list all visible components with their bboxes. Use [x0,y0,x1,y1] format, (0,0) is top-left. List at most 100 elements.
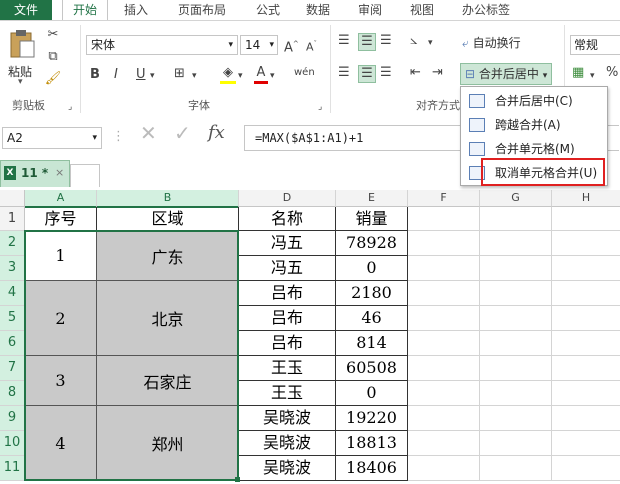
name-cell[interactable]: 王玉 [239,381,336,406]
chevron-down-icon[interactable]: ▾ [270,68,275,84]
tab-view[interactable]: 视图 [410,0,434,20]
column-header-g[interactable]: G [480,190,552,207]
chevron-down-icon[interactable]: ▾ [428,35,433,51]
fill-handle[interactable] [235,477,240,482]
column-header-a[interactable]: A [25,190,97,208]
sales-cell[interactable]: 814 [336,331,408,356]
row-header[interactable]: 1 [0,207,25,231]
merged-cell-number[interactable]: 2 [25,281,97,356]
sales-cell[interactable]: 0 [336,381,408,406]
dialog-launcher-icon[interactable]: ⌟ [68,99,72,115]
copy-icon[interactable]: ⧉ [44,49,62,65]
empty-cells-area[interactable] [408,207,620,481]
row-header[interactable]: 8 [0,381,26,406]
sales-cell[interactable]: 18406 [336,456,408,481]
tab-file[interactable]: 文件 [0,0,52,20]
chevron-down-icon[interactable]: ▾ [590,68,595,84]
tab-data[interactable]: 数据 [306,0,330,20]
decrease-font-icon[interactable]: Aˇ [306,36,317,56]
header-cell-name[interactable]: 名称 [239,207,336,231]
merged-cell-region[interactable]: 广东 [97,231,239,281]
sales-cell[interactable]: 18813 [336,431,408,456]
name-cell[interactable]: 冯五 [239,256,336,281]
font-size-select[interactable]: 14 ▾ [240,35,278,55]
row-header[interactable]: 2 [0,231,26,256]
column-header-b[interactable]: B [97,190,239,208]
close-icon[interactable]: × [55,166,64,179]
row-header[interactable]: 6 [0,331,26,356]
align-middle-icon[interactable]: ☰ [358,33,376,51]
font-name-select[interactable]: 宋体 ▾ [86,35,238,55]
format-painter-icon[interactable]: 🖌 [44,71,62,87]
wrap-text-button[interactable]: ⤶ 自动换行 [462,33,521,53]
fill-color-icon[interactable]: ◈ [220,65,236,84]
tab-home[interactable]: 开始 [62,0,109,20]
bold-button[interactable]: B [90,67,100,83]
cut-icon[interactable]: ✂ [44,27,62,43]
chevron-down-icon[interactable]: ▾ [192,68,197,84]
name-cell[interactable]: 吕布 [239,331,336,356]
chevron-down-icon[interactable]: ▾ [238,68,243,84]
menu-item-merge-across[interactable]: 跨越合并(A) [461,113,607,137]
workbook-tab[interactable]: X 11 * × [0,160,100,188]
header-cell-sales[interactable]: 销量 [336,207,408,231]
cancel-icon[interactable]: ✕ [140,123,157,143]
column-header-e[interactable]: E [336,190,408,207]
merged-cell-region[interactable]: 北京 [97,281,239,356]
name-cell[interactable]: 吕布 [239,306,336,331]
name-cell[interactable]: 冯五 [239,231,336,256]
sales-cell[interactable]: 2180 [336,281,408,306]
font-color-icon[interactable]: A [254,65,268,84]
row-header[interactable]: 4 [0,281,26,306]
paste-button[interactable]: 粘贴 ▾ [4,27,40,87]
column-header-h[interactable]: H [552,190,620,207]
increase-indent-icon[interactable]: ⇥ [432,65,443,81]
sales-cell[interactable]: 78928 [336,231,408,256]
tab-formulas[interactable]: 公式 [256,0,280,20]
name-cell[interactable]: 王玉 [239,356,336,381]
column-header-f[interactable]: F [408,190,480,207]
align-left-icon[interactable]: ☰ [338,65,350,81]
row-header[interactable]: 3 [0,256,26,281]
name-cell[interactable]: 吴晓波 [239,406,336,431]
currency-icon[interactable]: ▦ [572,65,584,81]
sales-cell[interactable]: 46 [336,306,408,331]
column-header-d[interactable]: D [239,190,336,207]
increase-font-icon[interactable]: A^ [284,36,299,56]
align-bottom-icon[interactable]: ☰ [380,33,392,49]
name-box[interactable]: A2 ▾ [2,127,102,149]
align-right-icon[interactable]: ☰ [380,65,392,81]
header-cell-no[interactable]: 序号 [25,207,97,231]
menu-item-merge-center[interactable]: 合并后居中(C) [461,89,607,113]
merged-cell-region[interactable]: 郑州 [97,406,239,481]
borders-icon[interactable]: ⊞ [174,66,185,82]
align-top-icon[interactable]: ☰ [338,33,350,49]
row-header[interactable]: 11 [0,456,26,481]
number-format-select[interactable]: 常规 [570,35,620,55]
chevron-down-icon[interactable]: ▾ [150,68,155,84]
row-header[interactable]: 5 [0,306,26,331]
new-tab-button[interactable] [70,164,100,187]
tab-page-layout[interactable]: 页面布局 [178,0,226,20]
sales-cell[interactable]: 19220 [336,406,408,431]
sales-cell[interactable]: 0 [336,256,408,281]
header-cell-region[interactable]: 区域 [97,207,239,231]
enter-icon[interactable]: ✓ [174,123,191,143]
align-center-icon[interactable]: ☰ [358,65,376,83]
tab-insert[interactable]: 插入 [124,0,148,20]
name-cell[interactable]: 吴晓波 [239,456,336,481]
merged-cell-number[interactable]: 1 [25,231,97,281]
dialog-launcher-icon[interactable]: ⌟ [318,99,322,115]
merge-center-button[interactable]: ⊟ 合并后居中 ▾ [460,63,553,85]
orientation-icon[interactable]: ⦣ [410,33,417,49]
row-header[interactable]: 7 [0,356,26,381]
percent-button[interactable]: % [606,65,618,81]
decrease-indent-icon[interactable]: ⇤ [410,65,421,81]
underline-button[interactable]: U [136,67,146,83]
italic-button[interactable]: I [114,67,118,83]
merged-cell-region[interactable]: 石家庄 [97,356,239,406]
row-header[interactable]: 10 [0,431,26,456]
menu-item-unmerge-cells[interactable]: 取消单元格合并(U) [461,158,607,186]
merged-cell-number[interactable]: 4 [25,406,97,481]
phonetic-icon[interactable]: wén [294,65,315,81]
